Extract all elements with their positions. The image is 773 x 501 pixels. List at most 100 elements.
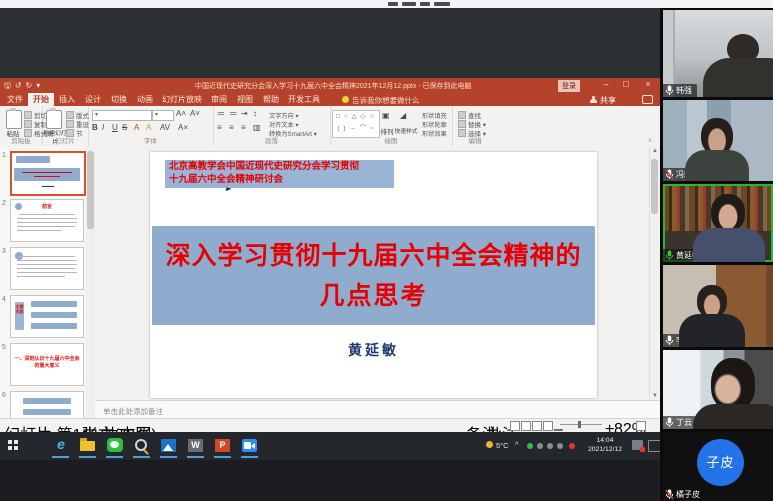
tab-design[interactable]: 设计 [80, 93, 106, 106]
italic-button[interactable]: I [102, 123, 104, 132]
slideshow-button[interactable] [543, 421, 553, 431]
slide-header-box[interactable]: 北京高教学会中国近现代史研究分会学习贯彻 十九届六中全会精神研讨会 [165, 160, 394, 188]
share-button[interactable]: 共享 [600, 95, 616, 106]
restore-button[interactable]: □ [618, 79, 634, 89]
indent-icon[interactable]: ⇥ [241, 109, 248, 118]
strikethrough-button[interactable]: S [122, 123, 127, 132]
slide-title-box[interactable]: 深入学习贯彻十九届六中全会精神的 几点思考 [152, 226, 595, 325]
tray-temperature[interactable]: 5°C [496, 441, 509, 450]
numbering-icon[interactable]: ≕ [229, 109, 237, 118]
slide-thumbnail-2[interactable]: 前言 [10, 199, 84, 242]
text-direction-button[interactable]: 文字方向 ▾ [269, 111, 299, 120]
slide-thumbnail-4[interactable]: 主要内容 [10, 295, 84, 338]
bold-button[interactable]: B [92, 123, 98, 132]
tab-insert[interactable]: 插入 [54, 93, 80, 106]
taskbar-icon-file-explorer[interactable] [77, 436, 99, 455]
font-color-button[interactable]: A [134, 123, 139, 132]
arrange-icon[interactable]: ▣ [382, 111, 390, 120]
char-spacing-icon[interactable]: AV [160, 123, 170, 132]
taskbar-icon-photos[interactable] [158, 436, 180, 455]
tab-help[interactable]: 帮助 [258, 93, 284, 106]
start-button[interactable] [8, 440, 12, 444]
shapes-gallery[interactable]: □ ○ △ ◇ ☆( ) → ⌒ ~ [332, 110, 380, 138]
shape-fill-button[interactable]: 形状填充 [422, 111, 447, 120]
fit-slide-button[interactable] [636, 421, 646, 431]
tab-animations[interactable]: 动画 [132, 93, 158, 106]
paste-icon[interactable] [6, 110, 22, 129]
underline-button[interactable]: U [112, 123, 118, 132]
tellme-box[interactable]: 告诉我你想要做什么 [352, 95, 420, 106]
grow-font-icon[interactable]: A˄ [176, 109, 186, 118]
video-tile-3-active-speaker[interactable]: 黄延敏 [663, 184, 773, 262]
tab-view[interactable]: 视图 [232, 93, 258, 106]
tab-review[interactable]: 审阅 [206, 93, 232, 106]
slide-author[interactable]: 黄延敏 [150, 340, 597, 360]
taskbar-icon-tencent-meeting[interactable] [239, 436, 261, 455]
tab-devtools[interactable]: 开发工具 [284, 93, 324, 106]
clock[interactable]: 14:04 2021/12/12 [582, 436, 628, 454]
taskbar-icon-word[interactable]: W [185, 436, 207, 455]
video-tile-6[interactable]: 子皮 橘子皮 [663, 432, 773, 501]
tray-icon-red[interactable] [569, 443, 575, 449]
taskbar-icon-internet-explorer[interactable]: e [50, 436, 72, 455]
bullets-icon[interactable]: ≔ [217, 109, 225, 118]
quick-styles-button[interactable]: 快速样式 [392, 126, 420, 135]
taskbar-icon-wechat[interactable] [104, 436, 126, 455]
collapse-ribbon-icon[interactable]: ˄ [648, 138, 652, 145]
zoom-slider-thumb[interactable] [578, 421, 581, 428]
tray-icon-3[interactable] [557, 443, 563, 449]
align-left-icon[interactable]: ≡ [217, 123, 222, 132]
notes-area[interactable]: 单击此处添加备注 [95, 400, 660, 419]
video-tile-1[interactable]: 韩强 [663, 10, 773, 97]
slide-canvas[interactable]: 北京高教学会中国近现代史研究分会学习贯彻 十九届六中全会精神研讨会 深入学习贯彻… [150, 152, 597, 398]
align-center-icon[interactable]: ≡ [229, 123, 234, 132]
zoom-slider[interactable] [560, 424, 602, 425]
shrink-font-icon[interactable]: A˅ [190, 109, 200, 118]
redo-icon[interactable]: ↻ [26, 81, 37, 90]
quick-access-toolbar[interactable]: 🖫↺↻▾ [4, 80, 44, 94]
slide-thumbnail-3[interactable] [10, 247, 84, 290]
slide-thumbnail-5[interactable]: 一、深刻认识十九届六中全会的重大意义 [10, 343, 84, 386]
tray-expand-icon[interactable]: ^ [515, 440, 519, 449]
quick-styles-icon[interactable]: ◢ [400, 111, 406, 120]
minimize-button[interactable]: – [598, 79, 614, 89]
save-icon[interactable]: 🖫 [4, 81, 15, 90]
tab-home[interactable]: 开始 [28, 93, 54, 106]
taskbar-icon-powerpoint[interactable]: P [212, 436, 234, 455]
tab-slideshow[interactable]: 幻灯片放映 [158, 93, 206, 106]
align-right-icon[interactable]: ≡ [241, 123, 246, 132]
clear-format-icon[interactable]: A× [178, 123, 188, 132]
scroll-up-icon[interactable]: ▲ [650, 148, 660, 154]
close-button[interactable]: × [640, 79, 656, 89]
align-text-button[interactable]: 对齐文本 ▾ [269, 120, 299, 129]
font-size-select[interactable]: ▾ [152, 110, 174, 121]
tray-icon-2[interactable] [547, 443, 553, 449]
undo-icon[interactable]: ↺ [15, 81, 26, 90]
tray-icon-1[interactable] [537, 443, 543, 449]
thumbnail-scrollbar[interactable] [86, 147, 95, 418]
qat-dropdown-icon[interactable]: ▾ [36, 81, 44, 90]
new-slide-icon[interactable] [46, 110, 62, 129]
highlight-button[interactable]: A [146, 123, 151, 132]
tab-transitions[interactable]: 切换 [106, 93, 132, 106]
video-tile-4[interactable]: 李久林 [663, 265, 773, 347]
slide-sorter-button[interactable] [521, 421, 531, 431]
video-tile-5[interactable]: 丁云 [663, 350, 773, 429]
font-name-select[interactable]: ▾ [92, 110, 152, 121]
comments-bubble-icon[interactable] [642, 95, 653, 104]
tab-file[interactable]: 文件 [2, 93, 28, 106]
slide-thumbnail-6[interactable] [10, 391, 84, 418]
normal-view-button[interactable] [510, 421, 520, 431]
reading-view-button[interactable] [532, 421, 542, 431]
tray-icon-green[interactable] [527, 443, 533, 449]
columns-icon[interactable]: ▥ [253, 123, 261, 132]
shape-outline-button[interactable]: 形状轮廓 [422, 120, 447, 129]
signin-button[interactable]: 登录 [558, 80, 580, 92]
taskbar-icon-search[interactable] [131, 436, 153, 455]
line-spacing-icon[interactable]: ↕ [253, 109, 257, 118]
weather-icon[interactable] [486, 441, 493, 448]
editor-scrollbar[interactable]: ▲ ▼ [649, 147, 660, 400]
scroll-down-icon[interactable]: ▼ [650, 393, 660, 399]
video-tile-2[interactable]: 冯雅新 [663, 100, 773, 181]
tray-app-badged-icon[interactable] [632, 440, 643, 450]
